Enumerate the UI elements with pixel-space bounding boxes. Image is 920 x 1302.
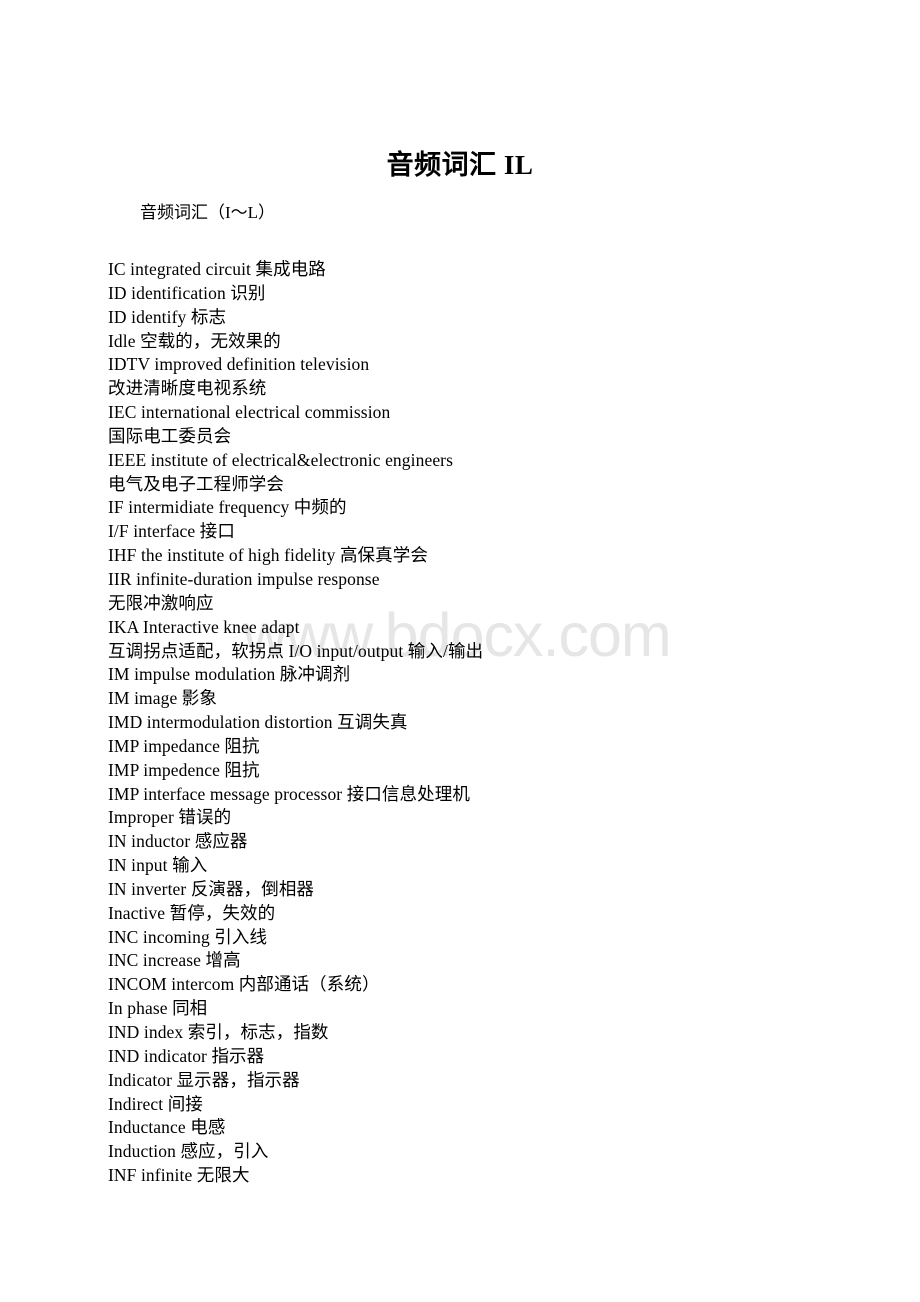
glossary-line: IIR infinite-duration impulse response: [108, 568, 380, 589]
glossary-line: IM impulse modulation 脉冲调剂: [108, 664, 351, 685]
glossary-line: IN inductor 感应器: [108, 831, 248, 852]
glossary-line: INF infinite 无限大: [108, 1165, 250, 1186]
glossary-line: Indicator 显示器，指示器: [108, 1069, 300, 1090]
glossary-line: 互调拐点适配，软拐点 I/O input/output 输入/输出: [108, 640, 484, 661]
glossary-line: IF intermidiate frequency 中频的: [108, 497, 347, 518]
glossary-line: Inductance 电感: [108, 1117, 226, 1138]
glossary-line: IND index 索引，标志，指数: [108, 1022, 329, 1042]
glossary-line: ID identification 识别: [108, 282, 266, 303]
glossary-line: IEC international electrical commission: [108, 402, 391, 423]
glossary-line: INC incoming 引入线: [108, 926, 268, 947]
glossary-line: 无限冲激响应: [108, 592, 214, 613]
glossary-line: Improper 错误的: [108, 807, 232, 828]
glossary-line: 电气及电子工程师学会: [108, 473, 284, 494]
glossary-line: IKA Interactive knee adapt: [108, 616, 300, 637]
glossary-line: IND indicator 指示器: [108, 1045, 265, 1066]
glossary-line: IMP impedence 阻抗: [108, 759, 260, 780]
glossary-line: INC increase 增高: [108, 950, 241, 971]
glossary-line: IMD intermodulation distortion 互调失真: [108, 712, 408, 733]
glossary-list: IC integrated circuit 集成电路 ID identificat…: [108, 258, 898, 1188]
glossary-line: IEEE institute of electrical&electronic …: [108, 449, 454, 470]
glossary-line: IDTV improved definition television: [108, 354, 370, 375]
document-subtitle: 音频词汇（I～L）: [140, 203, 276, 222]
glossary-line: ID identify 标志: [108, 306, 227, 327]
glossary-line: In phase 同相: [108, 998, 208, 1019]
glossary-line: 国际电工委员会: [108, 425, 232, 446]
glossary-line: IN inverter 反演器，倒相器: [108, 878, 315, 899]
glossary-line: IC integrated circuit 集成电路: [108, 259, 326, 279]
glossary-line: IMP interface message processor 接口信息处理机: [108, 783, 470, 804]
glossary-line: IMP impedance 阻抗: [108, 735, 260, 756]
glossary-line: I/F interface 接口: [108, 521, 235, 542]
glossary-line: 改进清晰度电视系统: [108, 378, 267, 399]
glossary-line: Induction 感应，引入: [108, 1141, 269, 1162]
glossary-line: Idle 空载的，无效果的: [108, 330, 281, 351]
document-page: www.bdocx.com 音频词汇 IL 音频词汇（I～L） IC integ…: [0, 0, 920, 1302]
glossary-line: IM image 影象: [108, 688, 217, 709]
glossary-line: IN input 输入: [108, 855, 208, 876]
glossary-line: INCOM intercom 内部通话（系统）: [108, 974, 380, 995]
glossary-line: IHF the institute of high fidelity 高保真学会: [108, 545, 428, 566]
glossary-line: Indirect 间接: [108, 1093, 203, 1114]
glossary-line: Inactive 暂停，失效的: [108, 902, 276, 923]
page-title: 音频词汇 IL: [386, 150, 534, 180]
